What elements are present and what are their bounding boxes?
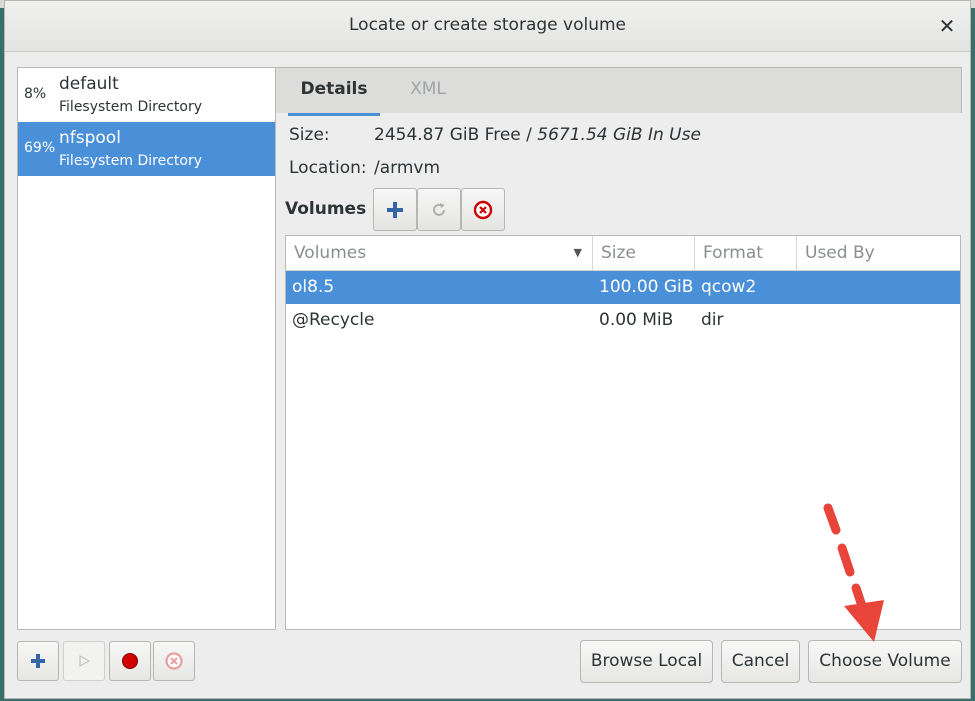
close-icon[interactable]: ✕	[934, 13, 960, 39]
pool-type: Filesystem Directory	[59, 153, 203, 169]
column-header-format[interactable]: Format	[695, 236, 797, 270]
stop-record-icon	[122, 653, 138, 669]
column-header-label: Volumes	[294, 243, 367, 263]
volume-size: 0.00 MiB	[599, 310, 674, 330]
refresh-volumes-button[interactable]	[417, 188, 461, 231]
delete-icon	[473, 200, 493, 219]
cancel-button[interactable]: Cancel	[721, 640, 800, 683]
start-pool-button[interactable]	[63, 641, 105, 681]
volume-name: @Recycle	[292, 310, 375, 330]
tab-xml[interactable]: XML	[388, 68, 468, 113]
choose-volume-button[interactable]: Choose Volume	[808, 640, 962, 683]
pool-name: nfspool	[59, 128, 121, 148]
pool-type: Filesystem Directory	[59, 99, 203, 115]
pool-item-default[interactable]: 8% default Filesystem Directory	[18, 68, 275, 122]
volume-name: ol8.5	[292, 277, 335, 297]
delete-volume-button[interactable]	[461, 188, 505, 231]
add-volume-button[interactable]	[373, 188, 417, 231]
size-in-use: 5671.54 GiB In Use	[537, 125, 701, 145]
column-header-size[interactable]: Size	[593, 236, 695, 270]
location-value: /armvm	[374, 158, 441, 178]
size-value: 2454.87 GiB Free / 5671.54 GiB In Use	[374, 125, 701, 145]
sort-down-icon: ▼	[573, 246, 582, 259]
delete-pool-button[interactable]	[153, 641, 195, 681]
tab-details[interactable]: Details	[288, 68, 380, 116]
volume-format: qcow2	[701, 277, 757, 297]
pool-name: default	[59, 74, 119, 94]
table-row[interactable]: @Recycle 0.00 MiB dir	[286, 304, 960, 337]
location-label: Location:	[289, 158, 367, 178]
pool-usage-percent: 8%	[24, 86, 47, 102]
dialog-title: Locate or create storage volume	[349, 15, 626, 35]
volume-used-by	[797, 271, 803, 304]
table-row[interactable]: ol8.5 100.00 GiB qcow2	[286, 271, 960, 304]
volumes-section-label: Volumes	[285, 199, 367, 219]
delete-icon	[165, 652, 183, 670]
storage-pool-list: 8% default Filesystem Directory 69% nfsp…	[17, 67, 276, 630]
play-icon	[79, 654, 91, 668]
size-label: Size:	[289, 125, 330, 145]
column-header-volumes[interactable]: Volumes ▼	[286, 236, 593, 270]
add-icon	[387, 201, 403, 218]
size-separator: /	[520, 125, 538, 145]
volume-format: dir	[701, 310, 724, 330]
stop-pool-button[interactable]	[109, 641, 151, 681]
refresh-icon	[433, 202, 445, 216]
detail-tabs: Details XML	[276, 67, 962, 116]
volume-size: 100.00 GiB	[599, 277, 694, 297]
size-free: 2454.87 GiB Free	[374, 125, 521, 145]
volume-used-by	[797, 304, 803, 337]
dialog-titlebar: Locate or create storage volume ✕	[5, 1, 970, 52]
pool-usage-percent: 69%	[24, 140, 56, 156]
volumes-table: Volumes ▼ Size Format Used By ol8.5 100.…	[285, 235, 961, 630]
add-pool-button[interactable]	[17, 641, 59, 681]
table-header: Volumes ▼ Size Format Used By	[286, 236, 960, 271]
column-header-used-by[interactable]: Used By	[797, 236, 960, 270]
browse-local-button[interactable]: Browse Local	[580, 640, 713, 683]
add-icon	[31, 654, 45, 668]
pool-item-nfspool[interactable]: 69% nfspool Filesystem Directory	[18, 122, 275, 176]
